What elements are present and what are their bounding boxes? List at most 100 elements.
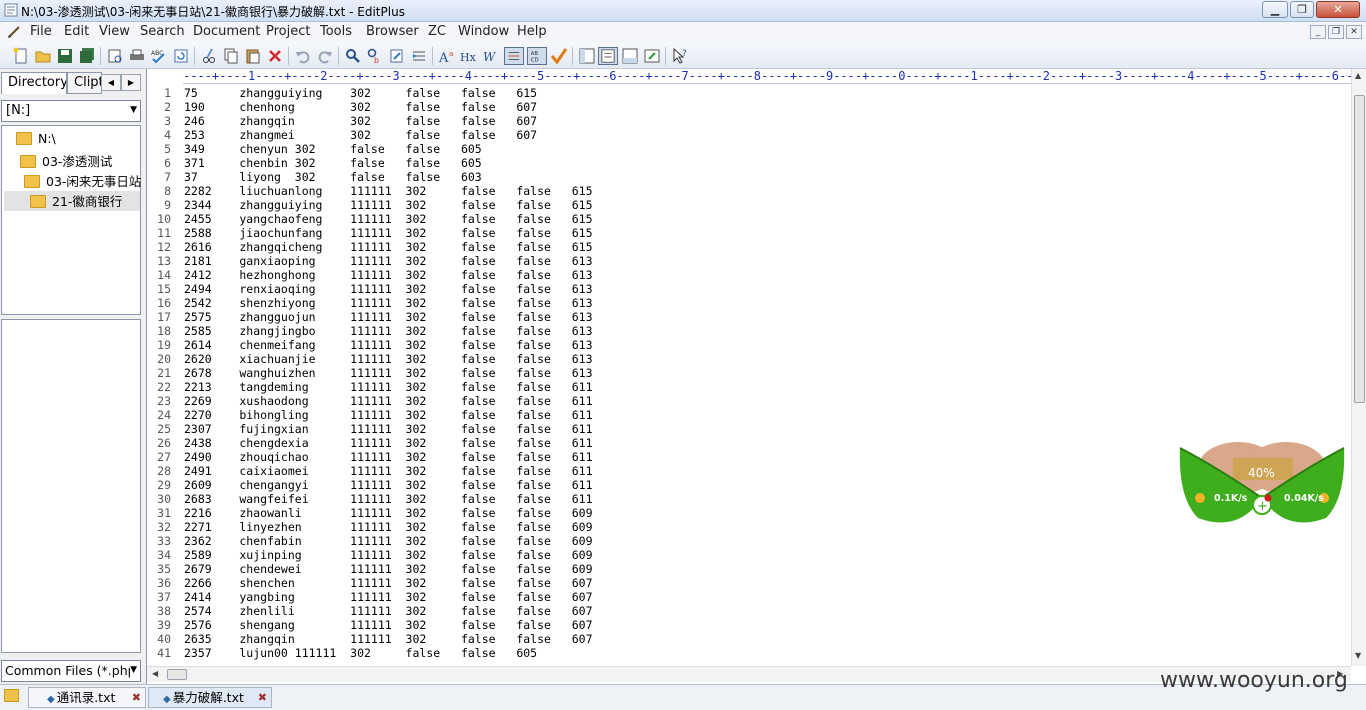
line-text[interactable]: 2181 ganxiaoping 111111 302 false false … (184, 254, 593, 268)
line-text[interactable]: 2438 chengdexia 111111 302 false false 6… (184, 436, 593, 450)
line-text[interactable]: 2542 shenzhiyong 111111 302 false false … (184, 296, 593, 310)
goto-line-icon[interactable] (410, 47, 428, 65)
horizontal-scroll-thumb[interactable] (167, 669, 187, 680)
paste-icon[interactable] (244, 47, 262, 65)
line-text[interactable]: 2307 fujingxian 111111 302 false false 6… (184, 422, 593, 436)
maximize-button[interactable]: ❐ (1290, 1, 1314, 18)
line-text[interactable]: 2216 zhaowanli 111111 302 false false 60… (184, 506, 593, 520)
menu-search[interactable]: Search (140, 24, 185, 39)
menu-help[interactable]: Help (517, 24, 547, 39)
menu-tools[interactable]: Tools (320, 24, 352, 39)
line-text[interactable]: 2490 zhouqichao 111111 302 false false 6… (184, 450, 593, 464)
vertical-scroll-thumb[interactable] (1354, 95, 1365, 403)
directory-window-icon[interactable] (578, 47, 596, 65)
editor-area[interactable]: ----+----1----+----2----+----3----+----4… (146, 69, 1366, 684)
menu-zc[interactable]: ZC (428, 24, 446, 39)
line-text[interactable]: 2635 zhangqin 111111 302 false false 607 (184, 632, 593, 646)
menu-view[interactable]: View (99, 24, 130, 39)
line-text[interactable]: 2588 jiaochunfang 111111 302 false false… (184, 226, 593, 240)
replace-icon[interactable]: b (366, 47, 384, 65)
vertical-scrollbar[interactable]: ▲ ▼ (1351, 69, 1366, 666)
line-text[interactable]: 2213 tangdeming 111111 302 false false 6… (184, 380, 593, 394)
mdi-minimize-button[interactable]: _ (1310, 25, 1326, 39)
doc-tab-contacts[interactable]: ◆ 通讯录.txt ✖ (28, 687, 146, 708)
line-text[interactable]: 2362 chenfabin 111111 302 false false 60… (184, 534, 593, 548)
tab-scroll-right-button[interactable]: ▶ (121, 74, 141, 91)
scroll-left-icon[interactable]: ◀ (152, 669, 158, 678)
word-wrap-icon[interactable]: W (482, 47, 500, 65)
line-text[interactable]: 2270 bihongling 111111 302 false false 6… (184, 408, 593, 422)
line-text[interactable]: 190 chenhong 302 false false 607 (184, 100, 537, 114)
drive-select[interactable]: [N:] ▼ (1, 100, 141, 122)
line-text[interactable]: 2414 yangbing 111111 302 false false 607 (184, 590, 593, 604)
print-preview-icon[interactable] (106, 47, 124, 65)
refresh-icon[interactable] (172, 47, 190, 65)
line-text[interactable]: 2620 xiachuanjie 111111 302 false false … (184, 352, 593, 366)
copy-icon[interactable] (222, 47, 240, 65)
close-icon[interactable]: ✖ (258, 688, 267, 707)
line-text[interactable]: 2455 yangchaofeng 111111 302 false false… (184, 212, 593, 226)
hex-view-icon[interactable]: Hx (460, 47, 478, 65)
line-text[interactable]: 2614 chenmeifang 111111 302 false false … (184, 338, 593, 352)
font-icon[interactable]: Aa (438, 47, 456, 65)
tree-item-pentest[interactable]: 03-渗透测试 (20, 151, 112, 171)
line-text[interactable]: 2683 wangfeifei 111111 302 false false 6… (184, 492, 593, 506)
line-text[interactable]: 349 chenyun 302 false false 605 (184, 142, 482, 156)
spell-check-icon[interactable]: ABC (150, 47, 168, 65)
browser-view-icon[interactable] (643, 47, 661, 65)
save-all-icon[interactable] (78, 47, 96, 65)
line-text[interactable]: 2678 wanghuizhen 111111 302 false false … (184, 366, 593, 380)
line-text[interactable]: 246 zhangqin 302 false false 607 (184, 114, 537, 128)
menu-edit[interactable]: Edit (64, 24, 89, 39)
tree-item-huishang-bank[interactable]: 21-徽商银行 (4, 191, 140, 211)
mdi-close-button[interactable]: ✕ (1346, 25, 1362, 39)
line-text[interactable]: 2576 shengang 111111 302 false false 607 (184, 618, 593, 632)
help-pointer-icon[interactable]: ? (671, 47, 689, 65)
doc-tab-brute-force[interactable]: ◆ 暴力破解.txt ✖ (148, 687, 272, 708)
line-text[interactable]: 371 chenbin 302 false false 605 (184, 156, 482, 170)
scroll-down-icon[interactable]: ▼ (1355, 651, 1361, 660)
tab-cliptext[interactable]: Clipt (67, 72, 102, 94)
menu-document[interactable]: Document (193, 24, 260, 39)
file-filter-select[interactable]: Common Files (*.php ▼ (1, 660, 141, 682)
print-icon[interactable] (128, 47, 146, 65)
line-text[interactable]: 2585 zhangjingbo 111111 302 false false … (184, 324, 593, 338)
cliptext-window-icon[interactable] (598, 47, 618, 65)
redo-icon[interactable] (316, 47, 334, 65)
line-text[interactable]: 37 liyong 302 false false 603 (184, 170, 482, 184)
cut-icon[interactable] (200, 47, 218, 65)
line-text[interactable]: 2266 shenchen 111111 302 false false 607 (184, 576, 593, 590)
line-text[interactable]: 2589 xujinping 111111 302 false false 60… (184, 548, 593, 562)
save-icon[interactable] (56, 47, 74, 65)
line-text[interactable]: 2344 zhangguiying 111111 302 false false… (184, 198, 593, 212)
network-speed-widget[interactable]: + 40% 0.1K/s 0.04K/s (1178, 438, 1346, 528)
new-file-icon[interactable] (12, 47, 30, 65)
line-text[interactable]: 2282 liuchuanlong 111111 302 false false… (184, 184, 593, 198)
close-icon[interactable]: ✖ (132, 688, 141, 707)
undo-icon[interactable] (294, 47, 312, 65)
tab-scroll-left-button[interactable]: ◀ (101, 74, 121, 91)
line-text[interactable]: 2609 chengangyi 111111 302 false false 6… (184, 478, 593, 492)
menu-project[interactable]: Project (266, 24, 310, 39)
line-number-icon[interactable] (504, 47, 524, 65)
line-text[interactable]: 2269 xushaodong 111111 302 false false 6… (184, 394, 593, 408)
tab-directory[interactable]: Directory (1, 72, 67, 94)
tree-item-drive[interactable]: N:\ (16, 131, 56, 151)
scroll-up-icon[interactable]: ▲ (1355, 71, 1361, 80)
minimize-button[interactable]: ▁ (1262, 1, 1288, 18)
line-text[interactable]: 253 zhangmei 302 false false 607 (184, 128, 537, 142)
menu-file[interactable]: File (30, 24, 52, 39)
line-text[interactable]: 2616 zhangqicheng 111111 302 false false… (184, 240, 593, 254)
ruler-toggle-icon[interactable]: ABCD (527, 47, 547, 65)
delete-icon[interactable] (266, 47, 284, 65)
find-in-files-icon[interactable] (388, 47, 406, 65)
line-text[interactable]: 2412 hezhonghong 111111 302 false false … (184, 268, 593, 282)
mdi-restore-button[interactable]: ❐ (1328, 25, 1344, 39)
menu-browser[interactable]: Browser (366, 24, 419, 39)
menu-window[interactable]: Window (458, 24, 509, 39)
close-window-button[interactable]: ✕ (1316, 1, 1360, 18)
line-text[interactable]: 75 zhangguiying 302 false false 615 (184, 86, 537, 100)
text-lines[interactable]: 1 75 zhangguiying 302 false false 615 2 190… (147, 86, 1351, 664)
output-window-icon[interactable] (621, 47, 639, 65)
line-text[interactable]: 2679 chendewei 111111 302 false false 60… (184, 562, 593, 576)
